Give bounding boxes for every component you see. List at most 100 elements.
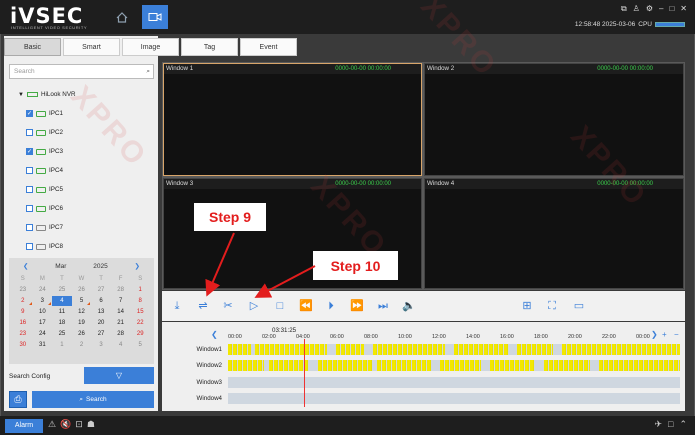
camera-item-8[interactable]: IPC8 — [26, 237, 153, 256]
user-icon[interactable]: ♙ — [633, 4, 640, 14]
zoom-in-icon[interactable]: + — [662, 330, 667, 339]
frame-step-icon[interactable]: ⏵ — [324, 299, 338, 313]
timeline-playhead[interactable] — [304, 339, 305, 407]
settings-icon[interactable]: ⚙ — [646, 4, 653, 14]
sound-icon[interactable]: 🔇 — [60, 419, 71, 430]
maximize-icon[interactable]: □ — [669, 4, 674, 14]
clip-icon[interactable]: ⇌ — [196, 299, 210, 313]
device-search-input[interactable]: Search ⌕ — [9, 64, 154, 79]
calendar-day[interactable]: 20 — [91, 318, 111, 328]
calendar-day[interactable]: 28 — [111, 285, 131, 295]
calendar-day[interactable]: 21 — [111, 318, 131, 328]
calendar-day[interactable]: 28 — [111, 329, 131, 339]
calendar-day[interactable]: 5 — [130, 340, 150, 350]
camera-item-5[interactable]: IPC5 — [26, 180, 153, 199]
calendar-day[interactable]: 9 — [13, 307, 33, 317]
restore-icon[interactable]: □ — [668, 419, 673, 430]
tab-event[interactable]: Event — [240, 38, 297, 56]
filter-button[interactable]: ▽ — [84, 367, 154, 384]
playback-nav-icon[interactable] — [142, 5, 168, 29]
calendar-day[interactable]: 17 — [33, 318, 53, 328]
mute-icon[interactable]: 🔈 — [402, 299, 416, 313]
record-icon[interactable]: ⊡ — [75, 419, 83, 430]
alert-icon[interactable]: ⚠ — [48, 419, 56, 430]
calendar-day[interactable]: 23 — [13, 329, 33, 339]
calendar-day[interactable]: 25 — [52, 285, 72, 295]
tab-smart[interactable]: Smart — [63, 38, 120, 56]
alarm-button[interactable]: Alarm — [5, 419, 43, 433]
calendar-day[interactable]: 29 — [130, 329, 150, 339]
slow-icon[interactable]: ⏪ — [299, 299, 313, 313]
stop-icon[interactable]: □ — [273, 299, 287, 313]
camera-item-4[interactable]: IPC4 — [26, 161, 153, 180]
camera-item-2[interactable]: IPC2 — [26, 123, 153, 142]
calendar-day[interactable]: 14 — [111, 307, 131, 317]
calendar-day[interactable]: 8 — [130, 296, 150, 306]
camera-checkbox[interactable] — [26, 186, 33, 193]
fullscreen-icon[interactable]: ⛶ — [545, 299, 559, 313]
calendar-day[interactable]: 19 — [72, 318, 92, 328]
camera-checkbox[interactable]: ✓ — [26, 148, 33, 155]
calendar-day[interactable]: 13 — [91, 307, 111, 317]
pin-icon[interactable]: ✈ — [654, 419, 662, 430]
download-icon[interactable]: ⤓ — [170, 299, 184, 313]
calendar-day[interactable]: 31 — [33, 340, 53, 350]
fast-forward-icon[interactable]: ⏩ — [350, 299, 364, 313]
camera-checkbox[interactable] — [26, 243, 33, 250]
search-icon[interactable]: ⌕ — [146, 65, 150, 78]
calendar-day[interactable]: 10 — [33, 307, 53, 317]
timeline-next-icon[interactable]: ❯ — [651, 330, 658, 339]
camera-item-1[interactable]: ✓ IPC1 — [26, 104, 153, 123]
calendar-day[interactable]: 3 — [33, 296, 53, 306]
calendar-day[interactable]: 24 — [33, 329, 53, 339]
layout-icon[interactable]: ⊞ — [517, 299, 537, 313]
camera-checkbox[interactable] — [26, 205, 33, 212]
timeline-prev-icon[interactable]: ❮ — [211, 330, 218, 339]
play-icon[interactable]: ▷ — [247, 299, 261, 313]
lock-icon[interactable]: ☗ — [87, 419, 95, 430]
expand-icon[interactable]: ⌃ — [679, 419, 687, 430]
next-month-icon[interactable]: ❯ — [135, 262, 140, 270]
calendar-day[interactable]: 4 — [111, 340, 131, 350]
minimize-icon[interactable]: – — [659, 4, 663, 14]
calendar-day[interactable]: 24 — [33, 285, 53, 295]
tab-image[interactable]: Image — [122, 38, 179, 56]
tab-tag[interactable]: Tag — [181, 38, 238, 56]
calendar-day[interactable]: 16 — [13, 318, 33, 328]
calendar-day[interactable]: 5 — [72, 296, 92, 306]
calendar-day[interactable]: 25 — [52, 329, 72, 339]
camera-checkbox[interactable] — [26, 224, 33, 231]
camera-item-7[interactable]: IPC7 — [26, 218, 153, 237]
timeline-track[interactable] — [228, 344, 680, 355]
prev-month-icon[interactable]: ❮ — [23, 262, 28, 270]
calendar-day[interactable]: 1 — [52, 340, 72, 350]
menu-icon[interactable]: ⧉ — [621, 4, 627, 14]
search-button[interactable]: ⌕ Search — [32, 391, 154, 408]
calendar-day[interactable]: 26 — [72, 285, 92, 295]
calendar-day[interactable]: 27 — [91, 329, 111, 339]
video-window-4[interactable]: Window 4 0000-00-00 00:00:00 — [424, 178, 684, 289]
tree-root[interactable]: ▼ HiLook NVR — [18, 85, 153, 104]
calendar-day[interactable]: 2 — [13, 296, 33, 306]
scissors-icon[interactable]: ✂ — [221, 299, 235, 313]
camera-item-6[interactable]: IPC6 — [26, 199, 153, 218]
video-window-1[interactable]: Window 1 0000-00-00 00:00:00 — [163, 63, 422, 176]
camera-checkbox[interactable] — [26, 129, 33, 136]
calendar-day[interactable]: 11 — [52, 307, 72, 317]
calendar-day[interactable]: 18 — [52, 318, 72, 328]
aspect-icon[interactable]: ▭ — [569, 299, 589, 313]
calendar-day[interactable]: 12 — [72, 307, 92, 317]
calendar-day[interactable]: 30 — [13, 340, 33, 350]
timeline-track[interactable] — [228, 393, 680, 404]
calendar-day[interactable]: 3 — [91, 340, 111, 350]
next-icon[interactable]: ⏭ — [376, 299, 390, 313]
calendar-day[interactable]: 6 — [91, 296, 111, 306]
timeline-track[interactable] — [228, 360, 680, 371]
close-icon[interactable]: ✕ — [680, 4, 687, 14]
camera-checkbox[interactable] — [26, 167, 33, 174]
camera-checkbox[interactable]: ✓ — [26, 110, 33, 117]
export-button[interactable]: ⎙ — [9, 391, 27, 408]
calendar-day[interactable]: 2 — [72, 340, 92, 350]
zoom-out-icon[interactable]: − — [674, 330, 679, 339]
calendar-day[interactable]: 7 — [111, 296, 131, 306]
